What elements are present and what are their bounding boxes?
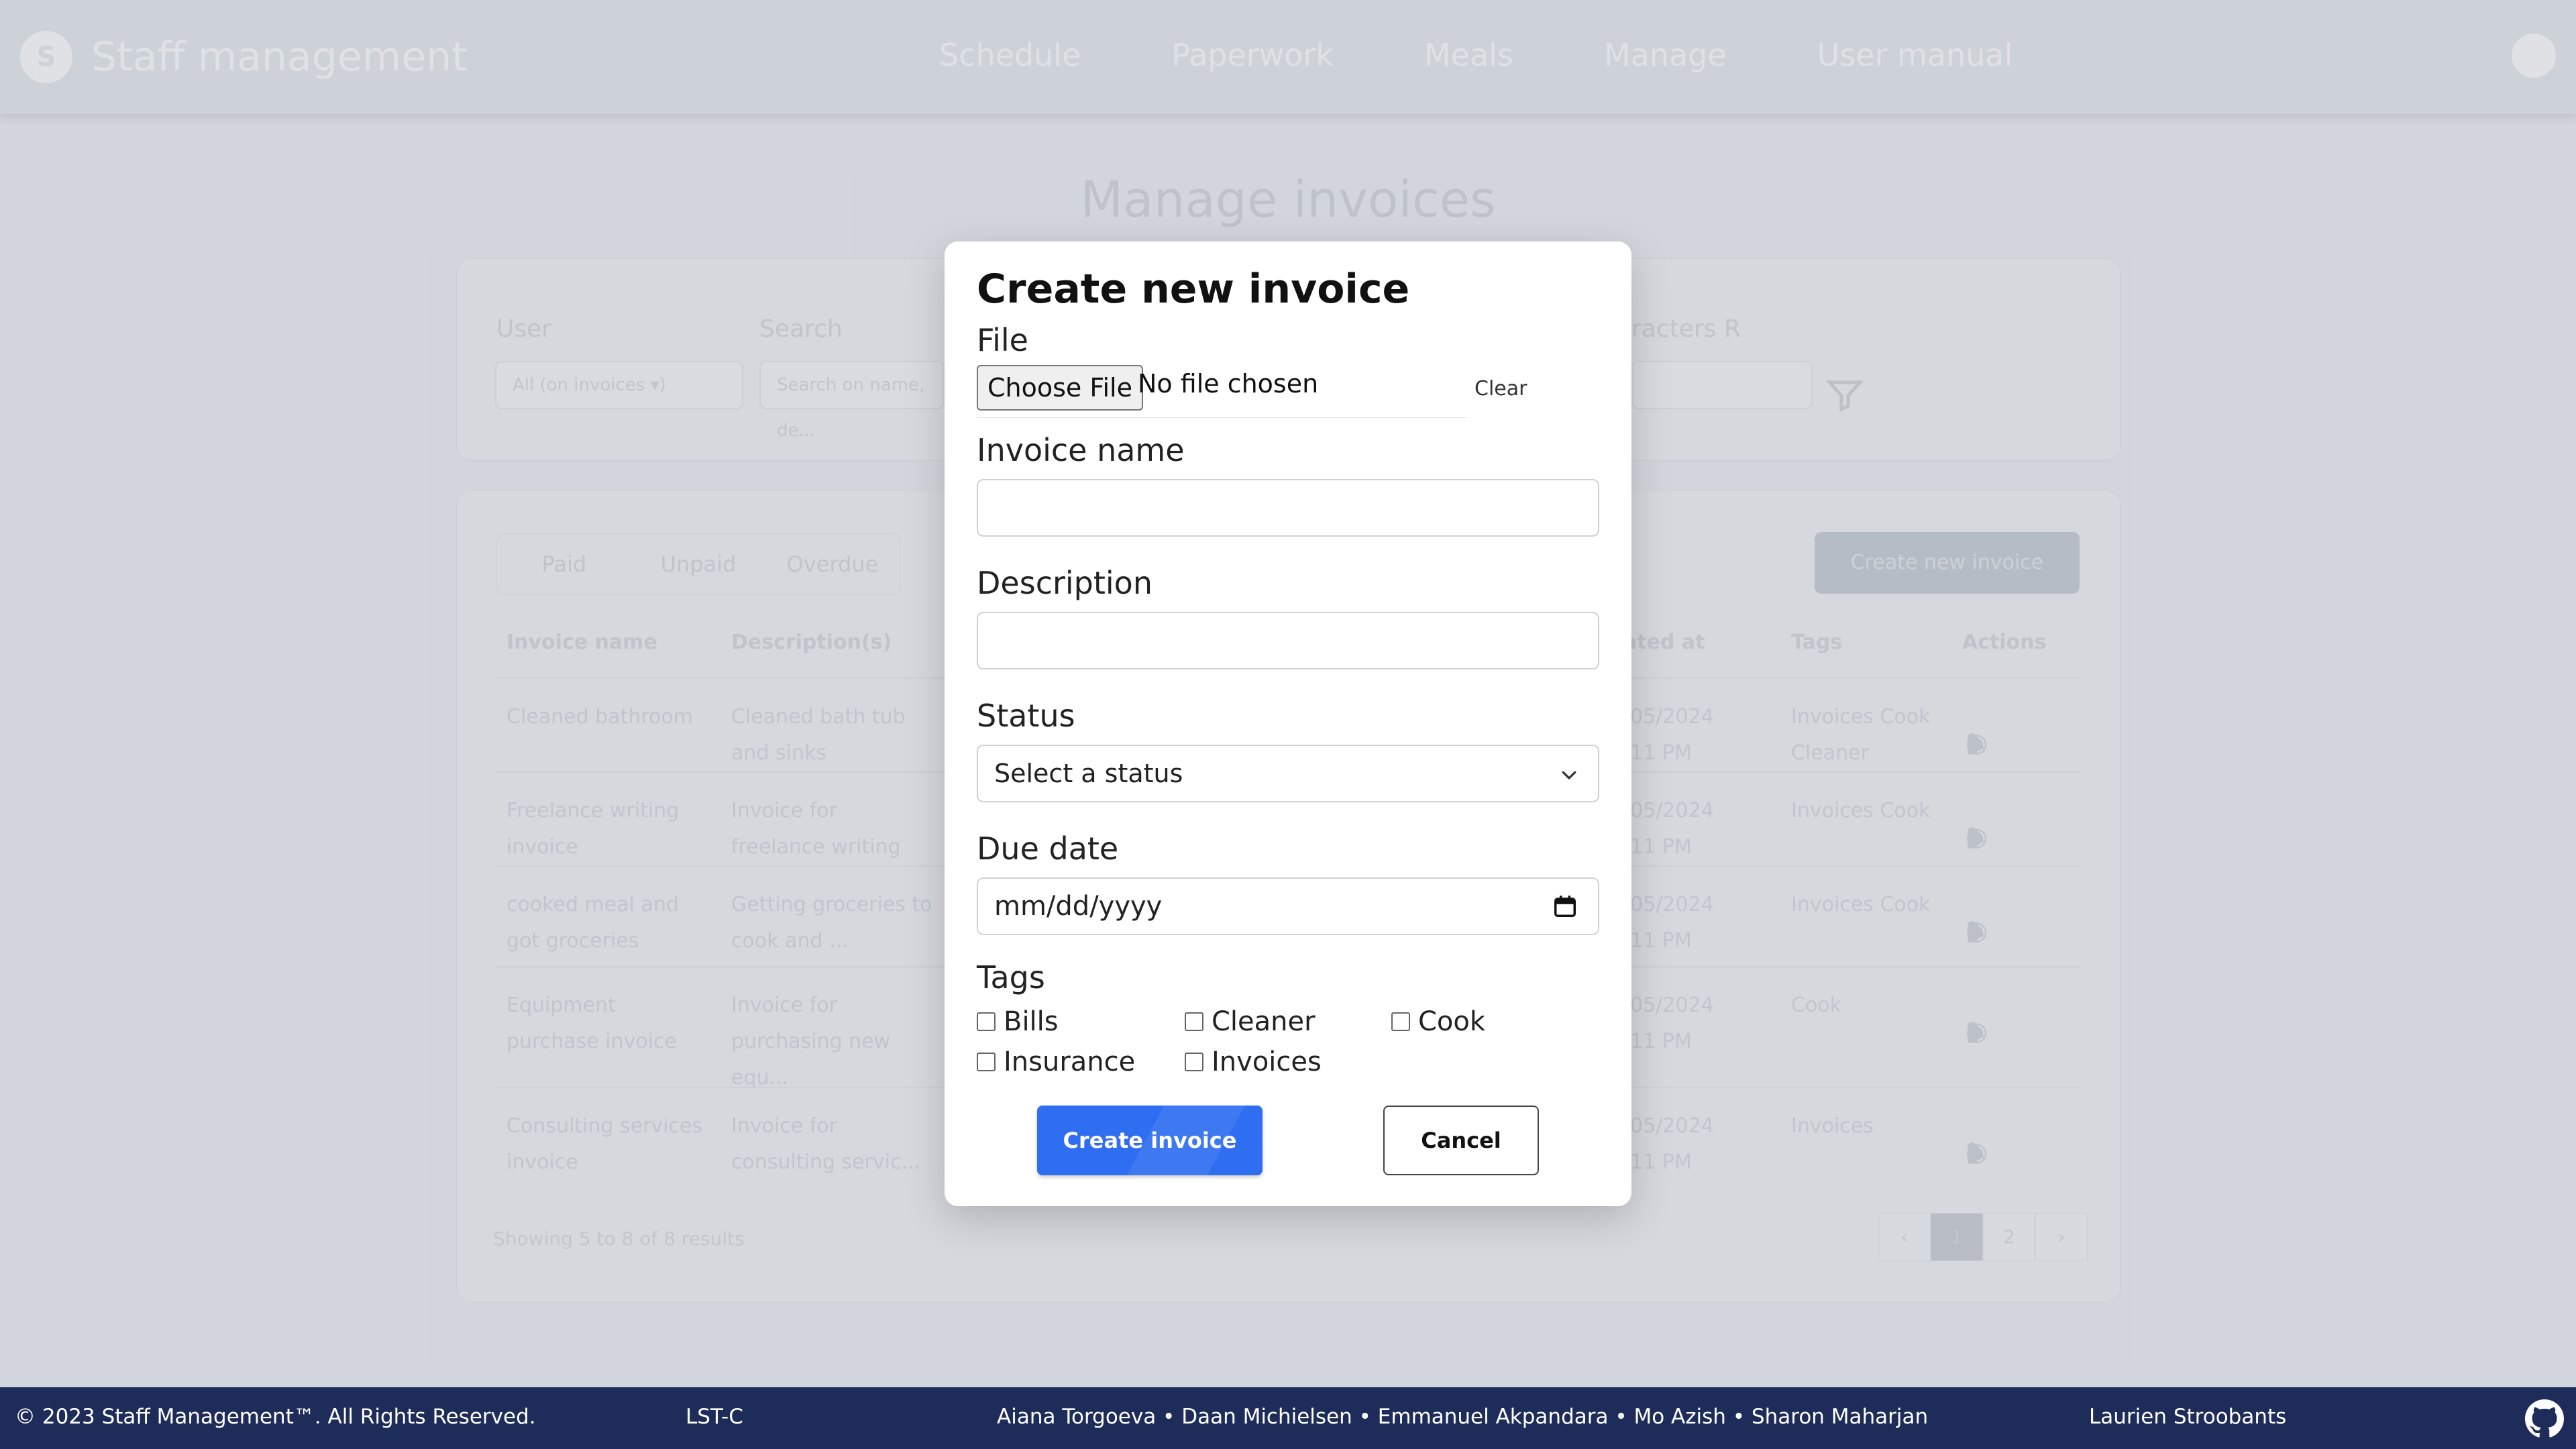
choose-file-button[interactable]: Choose File xyxy=(977,365,1143,411)
file-underline xyxy=(977,417,1466,418)
footer-author: Laurien Stroobants xyxy=(2089,1405,2287,1429)
tag-cleaner-checkbox[interactable] xyxy=(1185,1012,1203,1031)
tag-cook-label: Cook xyxy=(1418,1006,1486,1037)
tag-insurance[interactable]: Insurance xyxy=(977,1046,1135,1077)
tag-bills-checkbox[interactable] xyxy=(977,1012,996,1031)
tag-invoices-label: Invoices xyxy=(1212,1046,1322,1077)
create-invoice-button[interactable]: Create invoice xyxy=(1037,1106,1263,1175)
status-label: Status xyxy=(977,698,1075,734)
calendar-icon[interactable] xyxy=(1552,894,1578,919)
tag-bills-label: Bills xyxy=(1004,1006,1059,1037)
due-date-input[interactable]: mm/dd/yyyy xyxy=(977,877,1599,935)
footer-team: Aiana Torgoeva • Daan Michielsen • Emman… xyxy=(997,1405,1929,1429)
tag-insurance-label: Insurance xyxy=(1004,1046,1136,1077)
status-select-value: Select a status xyxy=(994,759,1183,788)
tags-label: Tags xyxy=(977,959,1045,996)
create-invoice-modal: Create new invoice File Choose File No f… xyxy=(945,241,1631,1206)
tag-cook-checkbox[interactable] xyxy=(1391,1012,1410,1031)
invoice-name-label: Invoice name xyxy=(977,432,1185,468)
invoice-name-input[interactable] xyxy=(977,479,1599,537)
file-input: Choose File No file chosen Clear xyxy=(977,365,1599,432)
tag-bills[interactable]: Bills xyxy=(977,1006,1059,1037)
file-status: No file chosen xyxy=(1138,369,1319,398)
tag-cleaner-label: Cleaner xyxy=(1212,1006,1316,1037)
footer: © 2023 Staff Management™. All Rights Res… xyxy=(0,1387,2576,1449)
description-label: Description xyxy=(977,565,1152,601)
tag-cleaner[interactable]: Cleaner xyxy=(1185,1006,1316,1037)
tag-cook[interactable]: Cook xyxy=(1391,1006,1485,1037)
footer-copyright: © 2023 Staff Management™. All Rights Res… xyxy=(15,1405,536,1429)
description-input[interactable] xyxy=(977,612,1599,669)
status-select[interactable]: Select a status xyxy=(977,745,1599,802)
modal-title: Create new invoice xyxy=(977,266,1410,313)
due-date-label: Due date xyxy=(977,830,1119,867)
tag-invoices[interactable]: Invoices xyxy=(1185,1046,1322,1077)
tag-insurance-checkbox[interactable] xyxy=(977,1053,996,1071)
cancel-button[interactable]: Cancel xyxy=(1383,1106,1539,1175)
tag-invoices-checkbox[interactable] xyxy=(1185,1053,1203,1071)
tags-group: Bills Cleaner Cook Insurance Invoices xyxy=(977,1001,1599,1088)
chevron-down-icon xyxy=(1562,771,1576,780)
clear-file-button[interactable]: Clear xyxy=(1474,377,1527,400)
footer-code: LST-C xyxy=(686,1405,743,1429)
github-icon[interactable] xyxy=(2525,1399,2564,1438)
file-label: File xyxy=(977,322,1028,358)
due-date-placeholder: mm/dd/yyyy xyxy=(994,891,1163,922)
